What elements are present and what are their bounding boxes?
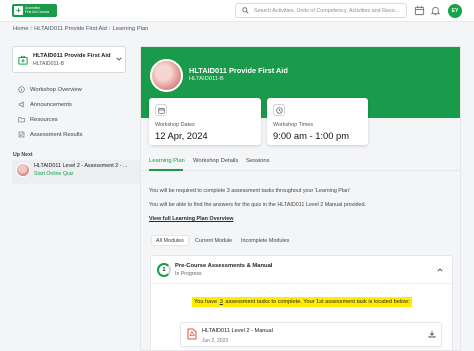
sidebar-item-resources[interactable]: Resources	[18, 112, 83, 127]
workshop-times-value: 9:00 am - 1:00 pm	[273, 130, 350, 141]
sidebar-item-label: Assessment Results	[30, 131, 83, 138]
breadcrumb-separator: /	[108, 26, 111, 32]
main-panel: HLTAID011 Provide First Aid HLTAID011-B …	[140, 46, 461, 351]
breadcrumb-home[interactable]: Home	[13, 26, 28, 32]
breadcrumb-course[interactable]: HLTAID011 Provide First Aid	[34, 26, 107, 32]
divider	[151, 283, 452, 284]
learning-plan-intro: You will be required to complete 3 asses…	[149, 188, 351, 194]
module-status: In Progress	[175, 271, 202, 277]
up-next-title: HLTAID011 Level 2 - Assessment 2 - ...	[34, 163, 128, 169]
info-icon	[18, 86, 25, 93]
tab-workshop-details[interactable]: Workshop Details	[193, 158, 238, 164]
workshop-times-card: Workshop Times 9:00 am - 1:00 pm	[267, 98, 368, 145]
assessment-count: 3	[219, 299, 223, 305]
course-hero-code: HLTAID011-B	[189, 76, 224, 82]
first-aid-kit-icon	[18, 55, 28, 65]
breadcrumb-current: Learning Plan	[112, 26, 149, 32]
breadcrumb: Home / HLTAID011 Provide First Aid / Learnin…	[13, 26, 148, 32]
checklist-icon	[18, 131, 25, 138]
up-next-label: Up Next	[13, 152, 33, 158]
search-placeholder: Search Activities, Units of Competency, …	[254, 7, 400, 14]
tab-sessions[interactable]: Sessions	[246, 158, 270, 164]
module-title[interactable]: Pre-Course Assessments & Manual	[175, 263, 272, 269]
sidebar-item-label: Resources	[30, 116, 58, 123]
chevron-down-icon	[116, 57, 122, 61]
workshop-dates-card: Workshop Dates 12 Apr, 2024	[149, 98, 261, 145]
course-code: HLTAID011-B	[33, 61, 65, 67]
folder-icon	[18, 117, 25, 123]
clock-icon	[275, 106, 283, 114]
calendar-icon	[157, 107, 165, 114]
sidebar-item-assessment-results[interactable]: Assessment Results	[18, 127, 83, 142]
file-date: Jun 2, 2023	[202, 338, 229, 344]
tab-bar: Learning Plan Workshop Details Sessions	[141, 153, 460, 171]
up-next-item[interactable]: HLTAID011 Level 2 - Assessment 2 - ... S…	[12, 160, 140, 184]
sidebar-item-label: Announcements	[30, 101, 72, 108]
start-quiz-link[interactable]: Start Online Quiz	[34, 171, 127, 177]
tab-learning-plan[interactable]: Learning Plan	[149, 158, 185, 164]
sidebar-nav: Workshop Overview Announcements Resource…	[18, 82, 83, 142]
sidebar-item-label: Workshop Overview	[30, 86, 82, 93]
sidebar-item-announcements[interactable]: Announcements	[18, 97, 83, 112]
pdf-file-icon	[187, 328, 197, 340]
learning-plan-note: You will be able to find the answers for…	[149, 202, 367, 208]
filter-incomplete-modules[interactable]: Incomplete Modules	[237, 235, 293, 246]
up-next-thumbnail	[16, 163, 30, 177]
logo-line2: First Aid Courses	[25, 9, 50, 14]
course-hero-title: HLTAID011 Provide First Aid	[189, 66, 288, 75]
user-avatar[interactable]: EY	[448, 4, 462, 18]
filter-all-modules[interactable]: All Modules	[151, 235, 189, 246]
manual-file-card[interactable]: HLTAID011 Level 2 - Manual Jun 2, 2023	[180, 322, 442, 347]
first-aid-cross-icon: +	[14, 6, 23, 15]
view-learning-plan-link[interactable]: View full Learning Plan Overview	[149, 216, 233, 222]
bell-icon[interactable]	[430, 5, 441, 16]
course-image	[150, 59, 183, 92]
calendar-icon[interactable]	[414, 5, 425, 16]
workshop-dates-label: Workshop Dates	[155, 122, 195, 128]
search-input[interactable]: Search Activities, Units of Competency, …	[235, 3, 407, 18]
workshop-times-label: Workshop Times	[273, 122, 314, 128]
download-icon[interactable]	[428, 330, 436, 338]
breadcrumb-separator: /	[30, 26, 33, 32]
course-selector[interactable]: HLTAID011 Provide First Aid HLTAID011-B	[12, 46, 126, 73]
top-bar: + Accredited First Aid Courses Search Ac…	[0, 0, 474, 22]
module-progress-ring: 1	[157, 263, 171, 277]
assessment-notice: You have 3 assessment tasks to complete.…	[192, 297, 412, 307]
active-tab-indicator	[149, 169, 183, 171]
sidebar-item-workshop-overview[interactable]: Workshop Overview	[18, 82, 83, 97]
workshop-dates-value: 12 Apr, 2024	[155, 130, 208, 141]
company-logo[interactable]: + Accredited First Aid Courses	[12, 4, 57, 17]
module-card: 1 Pre-Course Assessments & Manual In Pro…	[150, 255, 453, 350]
course-title: HLTAID011 Provide First Aid	[33, 53, 111, 59]
megaphone-icon	[18, 101, 24, 108]
search-icon	[242, 7, 249, 14]
file-name: HLTAID011 Level 2 - Manual	[202, 328, 273, 334]
chevron-up-icon[interactable]	[437, 267, 443, 273]
filter-current-module[interactable]: Current Module	[191, 235, 236, 246]
